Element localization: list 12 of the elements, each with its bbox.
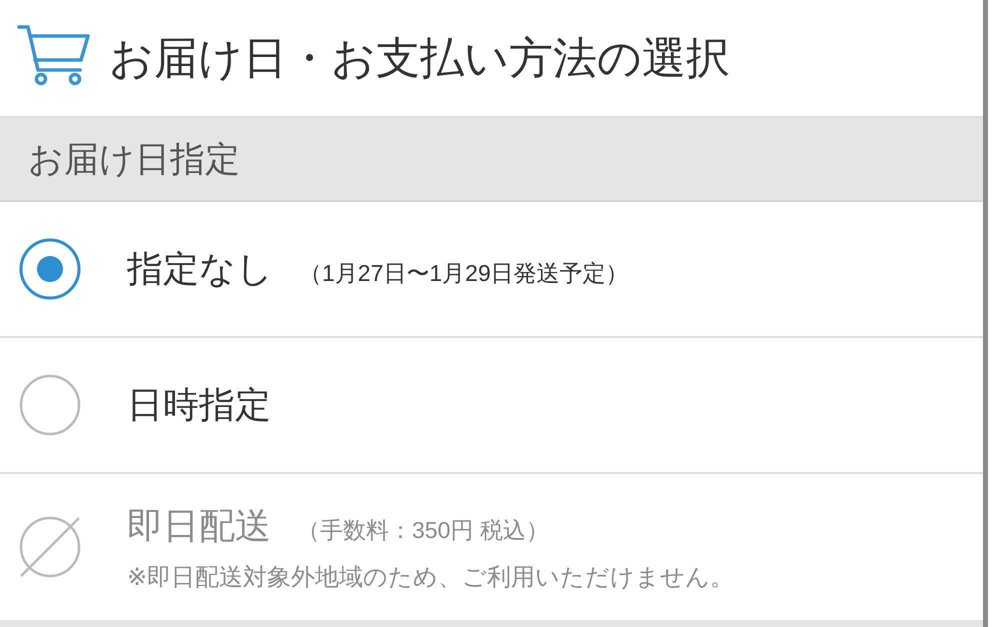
option-label: 日時指定 bbox=[127, 382, 271, 426]
option-label: 即日配送 bbox=[127, 504, 271, 548]
page-title: お届け日・お支払い方法の選択 bbox=[109, 32, 730, 84]
option-note: （1月27日〜1月29日発送予定） bbox=[299, 258, 629, 288]
scrollbar[interactable] bbox=[983, 0, 988, 627]
shopping-cart-icon bbox=[17, 24, 91, 86]
radio-button[interactable] bbox=[19, 374, 81, 436]
radio-button[interactable] bbox=[19, 238, 81, 300]
section-title: お届け日指定 bbox=[28, 138, 240, 180]
unavailable-message: ※即日配送対象外地域のため、ご利用いただけません。 bbox=[127, 562, 734, 592]
option-label: 指定なし bbox=[127, 246, 273, 290]
option-note: （手数料：350円 税込） bbox=[297, 516, 549, 544]
